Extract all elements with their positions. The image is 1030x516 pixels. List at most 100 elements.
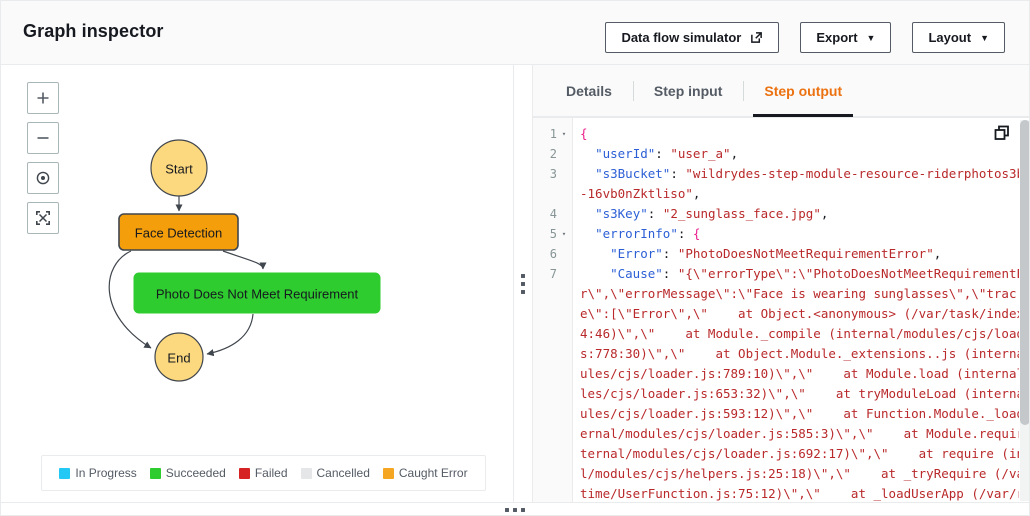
code-line: {	[580, 126, 588, 141]
code-line: ernal/modules/cjs/loader.js:585:3)\",\" …	[580, 426, 1019, 441]
code-line-number: ▾	[533, 404, 572, 424]
header-actions: Data flow simulator Export ▼ Layout ▼	[605, 22, 1005, 53]
code-line: -16vb0nZktliso",	[580, 186, 701, 201]
tab-details-label: Details	[566, 83, 612, 99]
page-title: Graph inspector	[23, 21, 164, 41]
edge-face-detection-to-photo-does-not-meet-requirement	[222, 250, 267, 270]
graph-node-face-detection-label: Face Detection	[135, 226, 222, 241]
legend-item-succeeded: Succeeded	[149, 466, 226, 480]
graph-inspector-window: Graph inspector Data flow simulator Expo…	[0, 0, 1030, 516]
code-line-number: 5 ▾	[549, 227, 568, 241]
detail-tabs: Details Step input Step output	[533, 65, 1029, 117]
tab-details[interactable]: Details	[545, 65, 633, 117]
code-line-number: ▾	[533, 284, 572, 304]
workflow-graph[interactable]: Start Face Detection Photo Does Not Meet…	[1, 65, 514, 502]
code-line-number: ▾	[533, 424, 572, 444]
graph-node-start[interactable]: Start	[150, 139, 208, 197]
header-bar: Graph inspector Data flow simulator Expo…	[1, 1, 1029, 65]
zoom-out-button[interactable]	[27, 122, 59, 154]
step-output-code-viewer[interactable]: 1▾2▾3▾▾4▾5▾6▾7▾▾▾▾▾▾▾▾▾▾▾▾ { "userId": "…	[533, 117, 1029, 502]
status-legend: In Progress Succeeded Failed Cancelled C…	[41, 455, 486, 491]
code-line-number: ▾	[533, 184, 572, 204]
tab-step-output[interactable]: Step output	[743, 65, 863, 117]
center-graph-button[interactable]	[27, 162, 59, 194]
drag-handle-horizontal[interactable]	[1, 502, 1029, 515]
drag-handle-dots-icon	[521, 273, 525, 294]
code-line-number: ▾	[533, 384, 572, 404]
code-line-number: ▾	[533, 484, 572, 502]
export-label: Export	[816, 30, 858, 45]
fit-to-screen-button[interactable]	[27, 202, 59, 234]
graph-node-start-label: Start	[165, 162, 193, 177]
code-line-number: ▾	[533, 324, 572, 344]
code-line: r\",\"errorMessage\":\"Face is wearing s…	[580, 286, 1017, 301]
code-line-number: ▾	[533, 444, 572, 464]
chevron-down-icon: ▼	[866, 33, 876, 43]
code-line: les/cjs/loader.js:653:32)\",\" at tryMod…	[580, 386, 1019, 401]
graph-node-photo-does-not-meet-requirement-label: Photo Does Not Meet Requirement	[156, 287, 359, 302]
legend-label-in-progress: In Progress	[75, 466, 137, 480]
legend-item-caught-error: Caught Error	[382, 466, 468, 480]
legend-label-cancelled: Cancelled	[316, 466, 370, 480]
code-scrollbar-thumb[interactable]	[1020, 120, 1029, 425]
body-area: Start Face Detection Photo Does Not Meet…	[1, 65, 1029, 515]
graph-node-end-label: End	[167, 351, 190, 366]
code-line: ules/cjs/loader.js:789:10)\",\" at Modul…	[580, 366, 1019, 381]
code-line: "Error": "PhotoDoesNotMeetRequirementErr…	[610, 246, 942, 261]
code-line-number: ▾	[533, 364, 572, 384]
code-line-number: 7▾	[549, 267, 557, 281]
code-line: time/UserFunction.js:75:12)\",\" at _loa…	[580, 486, 1019, 501]
code-line-number: ▾	[533, 464, 572, 484]
code-line-number: ▾	[533, 344, 572, 364]
legend-swatch-cancelled	[300, 467, 312, 479]
zoom-in-button[interactable]	[27, 82, 59, 114]
detail-panel: Details Step input Step output 1▾ 2▾ 3▾ ▾ 4▾…	[533, 65, 1029, 502]
code-line: "userId": "user_a",	[595, 146, 739, 161]
layout-label: Layout	[928, 30, 972, 45]
legend-label-succeeded: Succeeded	[165, 466, 226, 480]
code-line-number-gutter: 1▾2▾3▾▾4▾5▾6▾7▾▾▾▾▾▾▾▾▾▾▾▾	[533, 118, 573, 502]
code-line: l/modules/cjs/helpers.js:25:18)\",\" at …	[580, 466, 1019, 481]
graph-node-face-detection[interactable]: Face Detection	[118, 213, 239, 251]
tab-step-output-label: Step output	[764, 83, 843, 99]
code-line-number: ▾	[533, 304, 572, 324]
copy-icon[interactable]	[993, 124, 1011, 142]
tab-step-input[interactable]: Step input	[632, 65, 743, 117]
chevron-down-icon: ▼	[980, 33, 989, 43]
code-line: "s3Bucket": "wildrydes-step-module-resou…	[595, 166, 1019, 181]
layout-button[interactable]: Layout ▼	[912, 22, 1005, 53]
code-line: "Cause": "{\"errorType\":\"PhotoDoesNotM…	[610, 266, 1019, 281]
code-fold-toggle-icon[interactable]: ▾	[560, 130, 568, 138]
code-line: 4:46)\",\" at Module._compile (internal/…	[580, 326, 1019, 341]
code-content[interactable]: { "userId": "user_a", "s3Bucket": "wildr…	[574, 118, 1019, 502]
code-line-number: 2▾	[549, 147, 557, 161]
code-line-number: 1 ▾	[549, 127, 568, 141]
graph-zoom-controls	[27, 82, 59, 234]
legend-item-cancelled: Cancelled	[300, 466, 370, 480]
code-line: "errorInfo": {	[595, 226, 701, 241]
data-flow-simulator-label: Data flow simulator	[621, 30, 742, 45]
export-button[interactable]: Export ▼	[800, 22, 892, 53]
drag-handle-vertical[interactable]	[514, 65, 533, 502]
legend-item-in-progress: In Progress	[59, 466, 137, 480]
legend-swatch-in-progress	[59, 467, 71, 479]
graph-node-photo-does-not-meet-requirement[interactable]: Photo Does Not Meet Requirement	[133, 272, 381, 314]
legend-label-caught-error: Caught Error	[398, 466, 468, 480]
legend-swatch-failed	[238, 467, 250, 479]
graph-node-end[interactable]: End	[154, 332, 204, 382]
legend-swatch-caught-error	[382, 467, 394, 479]
tab-step-input-label: Step input	[653, 83, 723, 99]
code-line: e\":[\"Error\",\" at Object.<anonymous> …	[580, 306, 1019, 321]
edge-photo-does-not-meet-requirement-to-end	[206, 313, 254, 357]
code-fold-toggle-icon[interactable]: ▾	[560, 230, 568, 238]
code-line: s:778:30)\",\" at Object.Module._extensi…	[580, 346, 1019, 361]
code-line-number: 6▾	[549, 247, 557, 261]
data-flow-simulator-button[interactable]: Data flow simulator	[605, 22, 780, 53]
graph-panel[interactable]: Start Face Detection Photo Does Not Meet…	[1, 65, 514, 502]
code-line-number: 3▾	[549, 167, 557, 181]
legend-swatch-succeeded	[149, 467, 161, 479]
code-line-number: 4▾	[549, 207, 557, 221]
drag-handle-dots-icon	[505, 508, 525, 512]
legend-item-failed: Failed	[238, 466, 288, 480]
external-link-icon	[750, 31, 763, 44]
